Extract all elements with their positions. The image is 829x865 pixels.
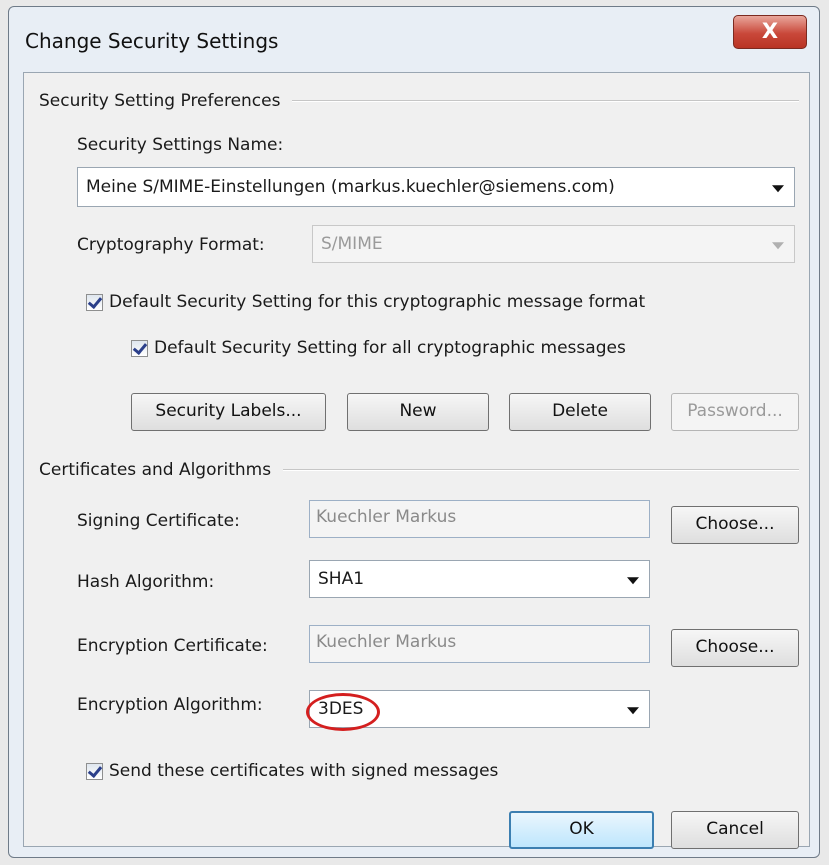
password-button[interactable]: Password... [671,393,799,431]
chevron-down-icon [772,242,784,250]
new-button[interactable]: New [347,393,489,431]
group-divider [283,469,799,471]
dialog-title: Change Security Settings [25,29,279,53]
send-certificates-checkbox-row[interactable]: Send these certificates with signed mess… [86,761,498,781]
choose-signing-button[interactable]: Choose... [671,506,799,544]
default-format-checkbox[interactable] [86,293,103,311]
chevron-down-icon[interactable] [772,185,784,193]
delete-button[interactable]: Delete [509,393,651,431]
close-icon: X [761,19,779,43]
certificates-group-label: Certificates and Algorithms [39,460,272,480]
chevron-down-icon[interactable] [627,707,639,715]
default-format-label: Default Security Setting for this crypto… [109,292,646,312]
encryption-certificate-field[interactable]: Kuechler Markus [309,625,650,663]
default-format-checkbox-row[interactable]: Default Security Setting for this crypto… [86,292,645,312]
certificates-group-header: Certificates and Algorithms [39,460,799,480]
encryption-algorithm-value: 3DES [318,699,364,719]
signing-certificate-label: Signing Certificate: [77,511,240,531]
hash-algorithm-combo[interactable]: SHA1 [309,560,650,598]
encryption-algorithm-combo[interactable]: 3DES [309,690,650,728]
ok-button[interactable]: OK [509,811,654,849]
hash-algorithm-label: Hash Algorithm: [77,572,215,592]
encryption-certificate-label: Encryption Certificate: [77,636,268,656]
send-certificates-label: Send these certificates with signed mess… [109,761,499,781]
default-all-checkbox-row[interactable]: Default Security Setting for all cryptog… [131,338,626,358]
security-settings-name-label: Security Settings Name: [77,135,284,155]
hash-algorithm-value: SHA1 [318,569,365,589]
cryptography-format-label: Cryptography Format: [77,235,265,255]
default-all-label: Default Security Setting for all cryptog… [154,338,626,358]
send-certificates-checkbox[interactable] [86,762,103,780]
encryption-algorithm-label: Encryption Algorithm: [77,695,263,715]
default-all-checkbox[interactable] [131,339,148,357]
preferences-group-header: Security Setting Preferences [39,91,799,111]
cryptography-format-value: S/MIME [321,234,383,254]
choose-encryption-button[interactable]: Choose... [671,629,799,667]
cryptography-format-combo[interactable]: S/MIME [312,225,795,263]
signing-certificate-field[interactable]: Kuechler Markus [309,500,650,538]
security-settings-name-value: Meine S/MIME-Einstellungen (markus.kuech… [86,177,615,197]
cancel-button[interactable]: Cancel [671,811,799,849]
preferences-group-label: Security Setting Preferences [39,91,281,111]
change-security-settings-dialog: Change Security Settings X Security Sett… [8,6,820,858]
group-divider [292,100,799,102]
dialog-client-area: Security Setting Preferences Security Se… [23,72,810,849]
security-settings-name-combo[interactable]: Meine S/MIME-Einstellungen (markus.kuech… [77,167,795,207]
close-button[interactable]: X [733,15,807,49]
security-labels-button[interactable]: Security Labels... [131,393,326,431]
chevron-down-icon[interactable] [627,577,639,585]
